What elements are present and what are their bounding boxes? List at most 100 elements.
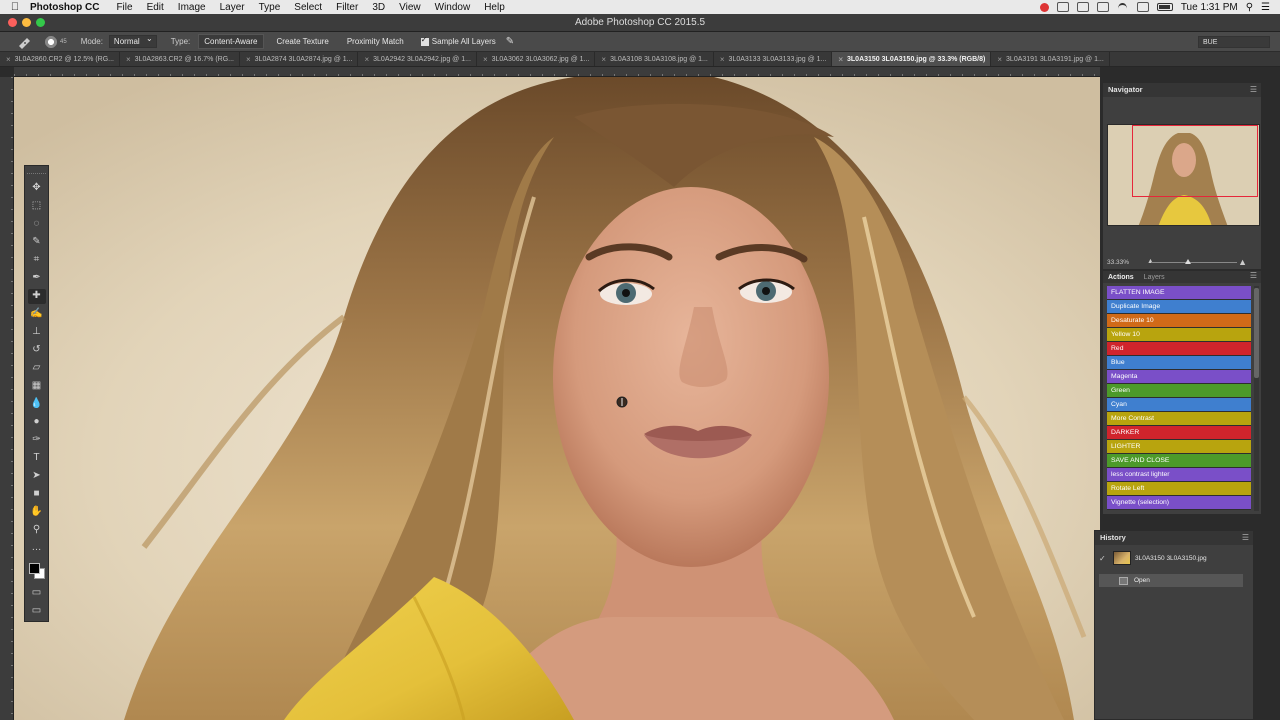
navigator-view-box[interactable] [1132, 125, 1258, 197]
menu-view[interactable]: View [399, 2, 421, 13]
quick-mask-icon[interactable]: ▭ [28, 586, 46, 601]
move-tool-icon[interactable]: ✥ [28, 181, 46, 196]
action-button[interactable]: FLATTEN IMAGE [1107, 286, 1251, 300]
pressure-size-icon[interactable]: ✎ [506, 36, 514, 47]
menu-file[interactable]: File [116, 2, 132, 13]
tools-panel-grip[interactable] [27, 168, 46, 174]
sample-all-layers-checkbox[interactable] [420, 35, 429, 46]
vertical-ruler[interactable] [0, 77, 14, 720]
action-button[interactable]: Red [1107, 342, 1251, 356]
tab-close-icon[interactable]: × [838, 55, 843, 64]
tab-close-icon[interactable]: × [483, 55, 488, 64]
document-tab[interactable]: × 3L0A3108 3L0A3108.jpg @ 1... [595, 52, 714, 66]
history-step-open[interactable]: Open [1099, 574, 1243, 587]
spot-healing-tool-icon[interactable]: ✚ [27, 288, 46, 304]
recording-icon[interactable] [1039, 2, 1049, 12]
history-brush-tool-icon[interactable]: ↺ [28, 343, 46, 358]
type-create-texture[interactable]: Create Texture [272, 35, 334, 48]
sample-all-layers[interactable]: Sample All Layers [420, 35, 496, 46]
navigator-header[interactable]: Navigator ☰ [1103, 83, 1261, 97]
app-menu[interactable]: Photoshop CC [30, 2, 99, 13]
close-window-button[interactable] [8, 18, 17, 27]
action-button[interactable]: LIGHTER [1107, 440, 1251, 454]
menu-window[interactable]: Window [435, 2, 471, 13]
action-button[interactable]: Duplicate Image [1107, 300, 1251, 314]
history-header[interactable]: History ☰ [1095, 531, 1253, 545]
action-button[interactable]: Vignette (selection) [1107, 496, 1251, 510]
document-tab[interactable]: × 3L0A2942 3L0A2942.jpg @ 1... [358, 52, 477, 66]
document-canvas[interactable] [14, 77, 1100, 720]
horizontal-ruler[interactable] [14, 67, 1100, 77]
type-tool-icon[interactable]: T [28, 450, 46, 465]
clock[interactable]: Tue 1:31 PM [1181, 2, 1238, 13]
crop-tool-icon[interactable]: ⌗ [28, 253, 46, 268]
menu-select[interactable]: Select [294, 2, 322, 13]
action-button[interactable]: Rotate Left [1107, 482, 1251, 496]
action-button[interactable]: less contrast lighter [1107, 468, 1251, 482]
path-select-tool-icon[interactable]: ➤ [28, 468, 46, 483]
action-button[interactable]: Green [1107, 384, 1251, 398]
history-brush-source-icon[interactable]: ✓ [1099, 554, 1109, 563]
actions-scrollbar[interactable] [1254, 286, 1259, 511]
action-button[interactable]: Blue [1107, 356, 1251, 370]
tab-layers[interactable]: Layers [1144, 274, 1165, 281]
menu-3d[interactable]: 3D [372, 2, 385, 13]
volume-icon[interactable] [1136, 2, 1149, 12]
action-button[interactable]: Cyan [1107, 398, 1251, 412]
document-tab[interactable]: × 3L0A2863.CR2 @ 16.7% (RG... [120, 52, 240, 66]
action-button[interactable]: More Contrast [1107, 412, 1251, 426]
tab-close-icon[interactable]: × [720, 55, 725, 64]
blur-tool-icon[interactable]: 💧 [28, 396, 46, 411]
tab-close-icon[interactable]: × [364, 55, 369, 64]
spotlight-search-icon[interactable]: ⚲ [1246, 2, 1253, 13]
action-button[interactable]: Magenta [1107, 370, 1251, 384]
document-tab[interactable]: × 3L0A3191 3L0A3191.jpg @ 1... [991, 52, 1110, 66]
foreground-color-swatch[interactable] [28, 563, 40, 574]
action-button[interactable]: SAVE AND CLOSE [1107, 454, 1251, 468]
pen-tool-icon[interactable]: ✑ [28, 432, 46, 447]
menu-layer[interactable]: Layer [220, 2, 245, 13]
brush-preset-picker[interactable] [44, 34, 58, 49]
tab-close-icon[interactable]: × [126, 55, 131, 64]
document-tab[interactable]: × 3L0A2874 3L0A2874.jpg @ 1... [240, 52, 359, 66]
tab-actions[interactable]: Actions [1108, 274, 1134, 281]
lasso-tool-icon[interactable]: ◌ [28, 217, 46, 232]
tab-close-icon[interactable]: × [6, 55, 11, 64]
wifi-icon[interactable] [1117, 2, 1129, 12]
apple-icon[interactable]:  [0, 1, 30, 13]
menu-edit[interactable]: Edit [147, 2, 164, 13]
tab-close-icon[interactable]: × [601, 55, 606, 64]
menu-filter[interactable]: Filter [336, 2, 358, 13]
marquee-tool-icon[interactable]: ⬚ [28, 199, 46, 214]
tab-close-icon[interactable]: × [997, 55, 1002, 64]
document-tab[interactable]: × 3L0A3150 3L0A3150.jpg @ 33.3% (RGB/8) [832, 52, 992, 66]
eraser-tool-icon[interactable]: ▱ [28, 361, 46, 376]
document-tab[interactable]: × 3L0A2860.CR2 @ 12.5% (RG... [0, 52, 120, 66]
color-swatches[interactable] [27, 561, 47, 581]
eyedropper-tool-icon[interactable]: ✒ [28, 271, 46, 286]
screen-mode-icon[interactable]: ▭ [28, 604, 46, 619]
dodge-tool-icon[interactable]: ● [28, 414, 46, 429]
brush-tool-icon[interactable]: ✍ [28, 307, 46, 322]
navigator-thumbnail[interactable] [1107, 124, 1260, 226]
menu-image[interactable]: Image [178, 2, 206, 13]
type-proximity-match[interactable]: Proximity Match [342, 35, 409, 48]
document-tab[interactable]: × 3L0A3062 3L0A3062.jpg @ 1... [477, 52, 596, 66]
battery-icon[interactable] [1156, 3, 1173, 11]
more-tools-icon[interactable]: … [28, 540, 46, 555]
sync-icon[interactable] [1076, 2, 1089, 12]
actions-menu-icon[interactable]: ☰ [1250, 271, 1257, 280]
action-button[interactable]: DARKER [1107, 426, 1251, 440]
menu-help[interactable]: Help [484, 2, 505, 13]
tab-close-icon[interactable]: × [246, 55, 251, 64]
quick-select-tool-icon[interactable]: ✎ [28, 235, 46, 250]
clone-stamp-tool-icon[interactable]: ⊥ [28, 325, 46, 340]
zoom-slider-track[interactable] [1151, 262, 1237, 263]
zoom-tool-icon[interactable]: ⚲ [28, 522, 46, 537]
panel-menu-icon[interactable]: ☰ [1250, 83, 1257, 97]
navigator-zoom-value[interactable]: 33.33% [1107, 259, 1129, 266]
zoom-in-icon[interactable]: ▲ [1238, 257, 1247, 267]
menu-type[interactable]: Type [259, 2, 281, 13]
shape-tool-icon[interactable]: ■ [28, 486, 46, 501]
minimize-window-button[interactable] [22, 18, 31, 27]
